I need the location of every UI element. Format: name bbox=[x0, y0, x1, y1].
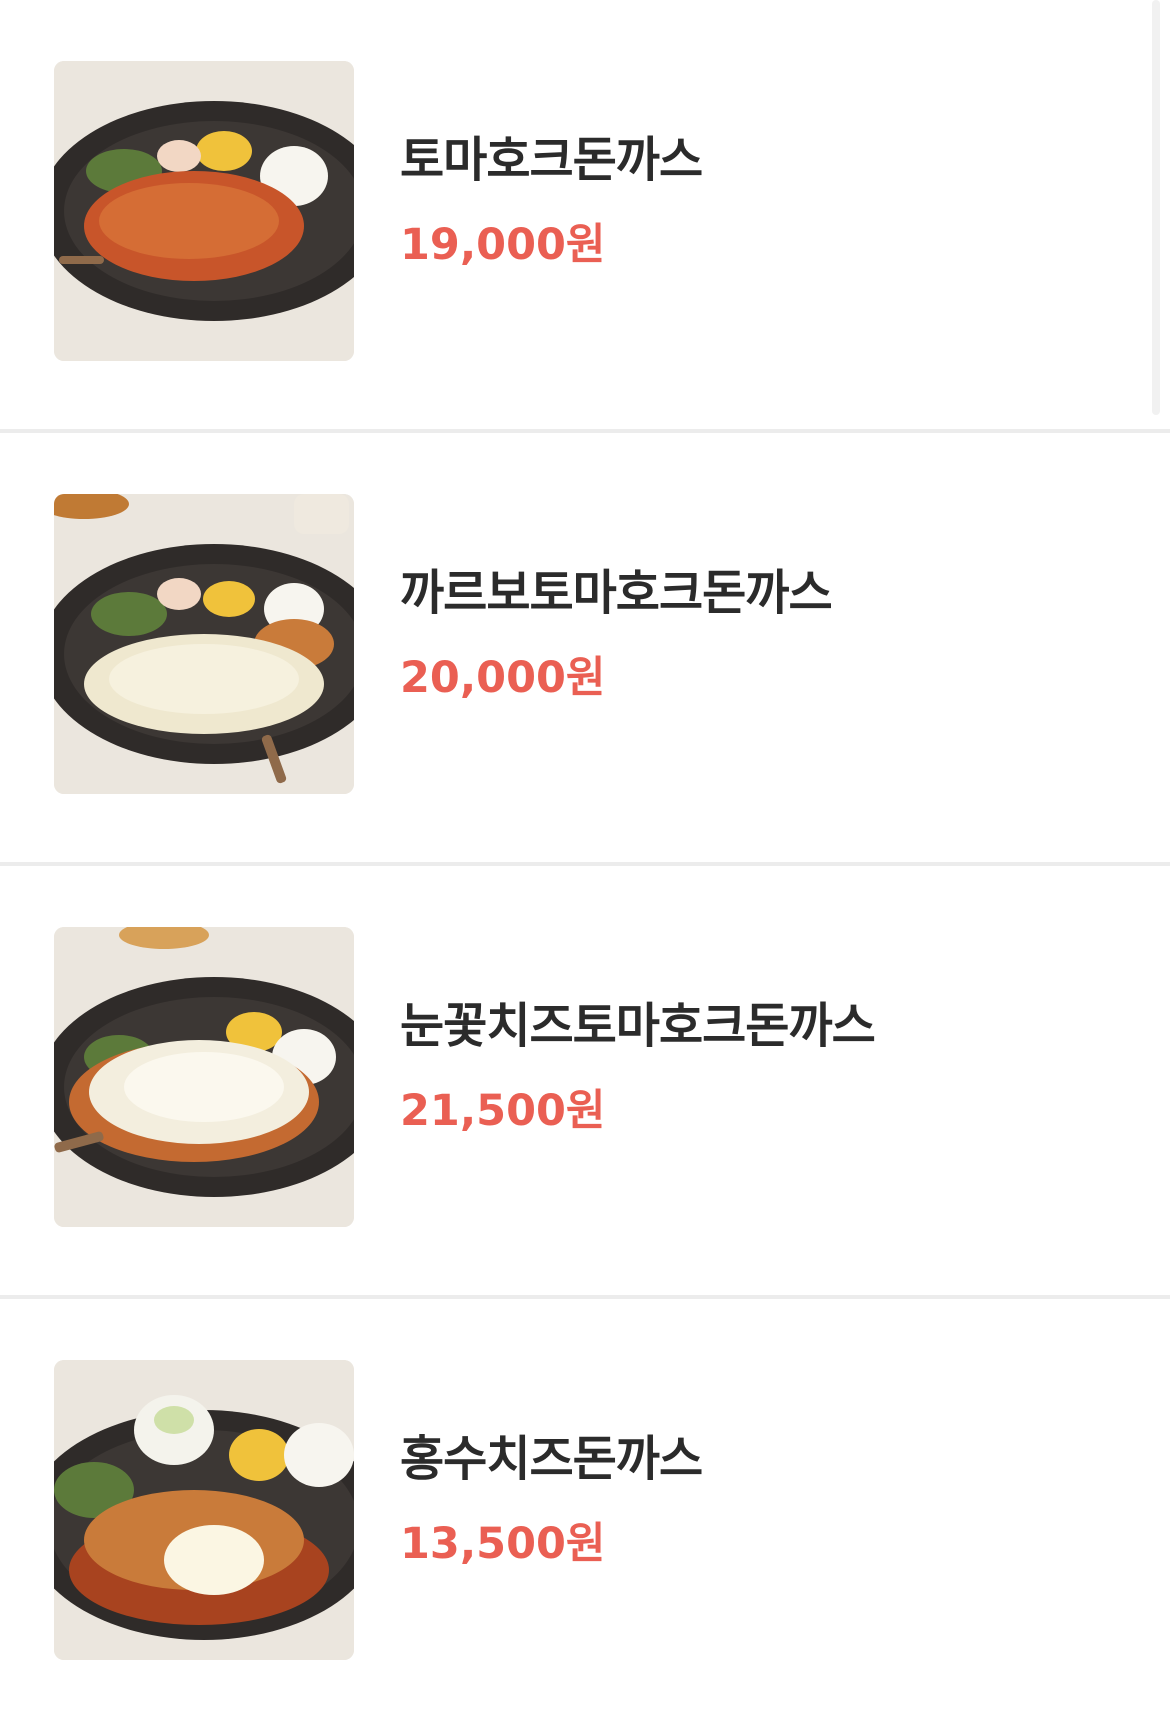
menu-item-text: 토마호크돈까스 19,000원 bbox=[400, 130, 703, 272]
menu-list: 토마호크돈까스 19,000원 까르보토마호크돈까스 20,000원 눈꽃치즈토… bbox=[0, 0, 1170, 1732]
menu-item-image bbox=[54, 494, 354, 794]
carbonara-tomahawk-tonkatsu-photo-icon bbox=[54, 494, 354, 794]
menu-item-image bbox=[54, 61, 354, 361]
menu-item-text: 까르보토마호크돈까스 20,000원 bbox=[400, 563, 833, 705]
menu-item-name: 토마호크돈까스 bbox=[400, 132, 703, 188]
menu-item[interactable]: 홍수치즈돈까스 13,500원 bbox=[0, 1299, 1170, 1732]
tomahawk-tonkatsu-photo-icon bbox=[54, 61, 354, 361]
menu-item-name: 까르보토마호크돈까스 bbox=[400, 565, 833, 621]
menu-item[interactable]: 눈꽃치즈토마호크돈까스 21,500원 bbox=[0, 866, 1170, 1299]
menu-item-price: 13,500원 bbox=[400, 1519, 606, 1569]
menu-item-text: 홍수치즈돈까스 13,500원 bbox=[400, 1429, 703, 1571]
menu-item-name: 눈꽃치즈토마호크돈까스 bbox=[400, 998, 876, 1054]
cheese-flood-tonkatsu-photo-icon bbox=[54, 1360, 354, 1660]
snow-cheese-tomahawk-tonkatsu-photo-icon bbox=[54, 927, 354, 1227]
menu-item-name: 홍수치즈돈까스 bbox=[400, 1431, 703, 1487]
menu-item-price: 21,500원 bbox=[400, 1086, 606, 1136]
scrollbar[interactable] bbox=[1152, 0, 1160, 415]
menu-item[interactable]: 토마호크돈까스 19,000원 bbox=[0, 0, 1170, 433]
menu-item[interactable]: 까르보토마호크돈까스 20,000원 bbox=[0, 433, 1170, 866]
menu-item-text: 눈꽃치즈토마호크돈까스 21,500원 bbox=[400, 996, 876, 1138]
menu-item-image bbox=[54, 1360, 354, 1660]
menu-item-image bbox=[54, 927, 354, 1227]
menu-item-price: 20,000원 bbox=[400, 653, 606, 703]
menu-item-price: 19,000원 bbox=[400, 220, 606, 270]
